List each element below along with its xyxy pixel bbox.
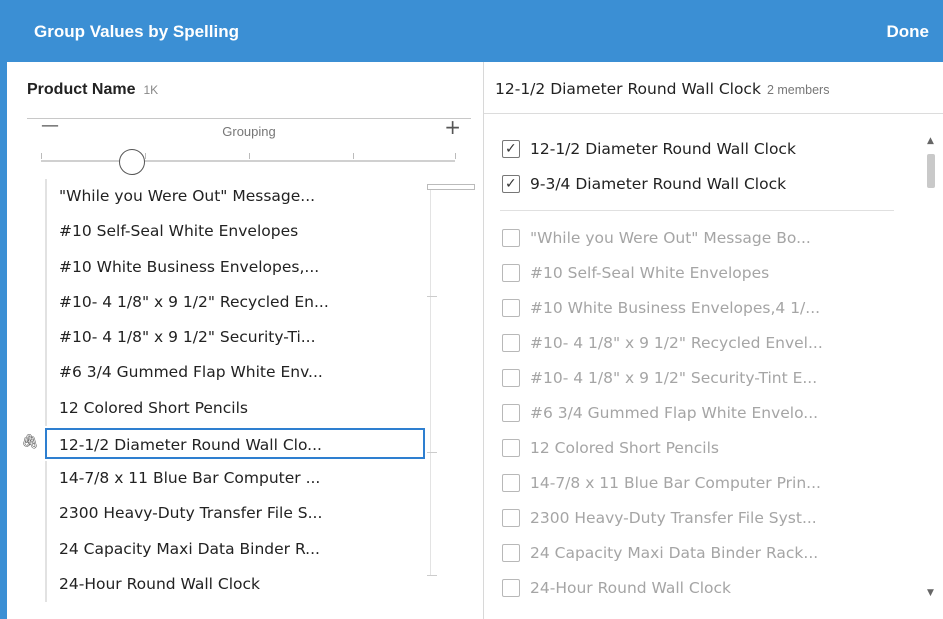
group-tick	[427, 575, 437, 576]
member-item[interactable]: #10- 4 1/8" x 9 1/2" Recycled Envel...	[500, 326, 910, 361]
group-tick	[427, 296, 437, 297]
value-row[interactable]: 24 Capacity Maxi Data Binder R...	[45, 531, 425, 567]
grouping-slider[interactable]: — Grouping +	[27, 115, 471, 175]
value-row[interactable]: #10- 4 1/8" x 9 1/2" Security-Ti...	[45, 320, 425, 356]
field-header: Product Name 1K	[27, 79, 158, 99]
member-label: #10- 4 1/8" x 9 1/2" Recycled Envel...	[530, 334, 823, 352]
member-item[interactable]: 2300 Heavy-Duty Transfer File Syst...	[500, 501, 910, 536]
dialog-header: Group Values by Spelling Done	[0, 0, 943, 62]
slider-track[interactable]	[41, 160, 455, 162]
group-members-panel: 12-1/2 Diameter Round Wall Clock 2 member…	[484, 62, 943, 619]
member-item[interactable]: 12 Colored Short Pencils	[500, 431, 910, 466]
increase-grouping-button[interactable]: +	[444, 115, 461, 139]
checkbox[interactable]	[502, 474, 520, 492]
members-count: 2 members	[766, 83, 830, 97]
scroll-thumb[interactable]	[927, 154, 935, 188]
values-panel: Product Name 1K — Grouping + "While you W…	[7, 62, 483, 619]
value-row[interactable]: "While you Were Out" Message...	[45, 179, 425, 215]
member-label: 14-7/8 x 11 Blue Bar Computer Prin...	[530, 474, 821, 492]
value-row[interactable]: 14-7/8 x 11 Blue Bar Computer ...	[45, 461, 425, 497]
checkmark-icon: ✓	[505, 176, 517, 192]
checkbox[interactable]	[502, 439, 520, 457]
checkbox[interactable]	[502, 229, 520, 247]
member-label: 12-1/2 Diameter Round Wall Clock	[530, 140, 796, 158]
value-row[interactable]: #10- 4 1/8" x 9 1/2" Recycled En...	[45, 284, 425, 321]
scroll-up-arrow-icon[interactable]: ▲	[927, 136, 934, 146]
checkbox[interactable]	[502, 404, 520, 422]
member-label: 24-Hour Round Wall Clock	[530, 579, 732, 597]
slider-label: Grouping	[222, 124, 276, 139]
member-item[interactable]: 24 Capacity Maxi Data Binder Rack...	[500, 536, 910, 571]
group-title: 12-1/2 Diameter Round Wall Clock 2 member…	[495, 79, 829, 98]
checkbox-checked[interactable]: ✓	[502, 175, 520, 193]
checkbox[interactable]	[502, 334, 520, 352]
member-label: 2300 Heavy-Duty Transfer File Syst...	[530, 509, 817, 527]
value-row[interactable]: 12 Colored Short Pencils	[45, 390, 425, 427]
done-button[interactable]: Done	[887, 22, 930, 42]
member-label: 9-3/4 Diameter Round Wall Clock	[530, 175, 787, 193]
member-item[interactable]: #10 White Business Envelopes,4 1/...	[500, 291, 910, 326]
slider-tick	[455, 153, 456, 159]
checkbox-checked[interactable]: ✓	[502, 140, 520, 158]
value-row[interactable]: 2300 Heavy-Duty Transfer File S...	[45, 496, 425, 532]
member-label: #10- 4 1/8" x 9 1/2" Security-Tint E...	[530, 369, 818, 387]
value-row[interactable]: #10 Self-Seal White Envelopes	[45, 214, 425, 250]
checkbox[interactable]	[502, 264, 520, 282]
checkbox[interactable]	[502, 369, 520, 387]
group-guide-line	[430, 190, 431, 575]
member-item[interactable]: #10- 4 1/8" x 9 1/2" Security-Tint E...	[500, 361, 910, 396]
checkbox[interactable]	[502, 509, 520, 527]
slider-tick	[145, 153, 146, 159]
slider-tick	[41, 153, 42, 159]
member-item[interactable]: "While you Were Out" Message Bo...	[500, 221, 910, 256]
group-tick	[427, 452, 437, 453]
value-list: "While you Were Out" Message... #10 Self-…	[45, 179, 425, 603]
dialog-border	[0, 62, 7, 619]
member-label: #10 White Business Envelopes,4 1/...	[530, 299, 821, 317]
member-label: #6 3/4 Gummed Flap White Envelo...	[530, 404, 819, 422]
checkmark-icon: ✓	[505, 141, 517, 157]
value-row[interactable]: #10 White Business Envelopes,...	[45, 249, 425, 285]
slider-tick	[353, 153, 354, 159]
member-item[interactable]: #6 3/4 Gummed Flap White Envelo...	[500, 396, 910, 431]
scrollbar[interactable]: ▲ ▼	[924, 128, 938, 608]
member-label: #10 Self-Seal White Envelopes	[530, 264, 770, 282]
member-label: 12 Colored Short Pencils	[530, 439, 719, 457]
checkbox[interactable]	[502, 579, 520, 597]
member-label: "While you Were Out" Message Bo...	[530, 229, 811, 247]
group-scroll-indicator[interactable]	[427, 184, 475, 190]
value-row[interactable]: #6 3/4 Gummed Flap White Env...	[45, 355, 425, 391]
value-row-selected[interactable]: 12-1/2 Diameter Round Wall Clo...	[45, 428, 425, 460]
member-item[interactable]: 24-Hour Round Wall Clock	[500, 571, 910, 606]
paperclip-icon: 🖇	[21, 434, 39, 451]
member-item-checked[interactable]: ✓ 12-1/2 Diameter Round Wall Clock	[500, 132, 910, 167]
member-list: ✓ 12-1/2 Diameter Round Wall Clock ✓ 9-3/4 …	[500, 132, 910, 606]
checkbox[interactable]	[502, 544, 520, 562]
members-divider	[500, 210, 894, 211]
member-label: 24 Capacity Maxi Data Binder Rack...	[530, 544, 819, 562]
slider-tick	[249, 153, 250, 159]
dialog-title: Group Values by Spelling	[34, 22, 239, 41]
value-row[interactable]: 24-Hour Round Wall Clock	[45, 566, 425, 603]
divider	[484, 113, 943, 114]
member-item[interactable]: #10 Self-Seal White Envelopes	[500, 256, 910, 291]
member-item-checked[interactable]: ✓ 9-3/4 Diameter Round Wall Clock	[500, 167, 910, 202]
checkbox[interactable]	[502, 299, 520, 317]
member-item[interactable]: 14-7/8 x 11 Blue Bar Computer Prin...	[500, 466, 910, 501]
field-name: Product Name	[27, 81, 136, 98]
field-count: 1K	[143, 83, 159, 97]
slider-thumb[interactable]	[119, 149, 146, 175]
group-name: 12-1/2 Diameter Round Wall Clock	[495, 80, 761, 98]
scroll-down-arrow-icon[interactable]: ▼	[927, 588, 934, 598]
